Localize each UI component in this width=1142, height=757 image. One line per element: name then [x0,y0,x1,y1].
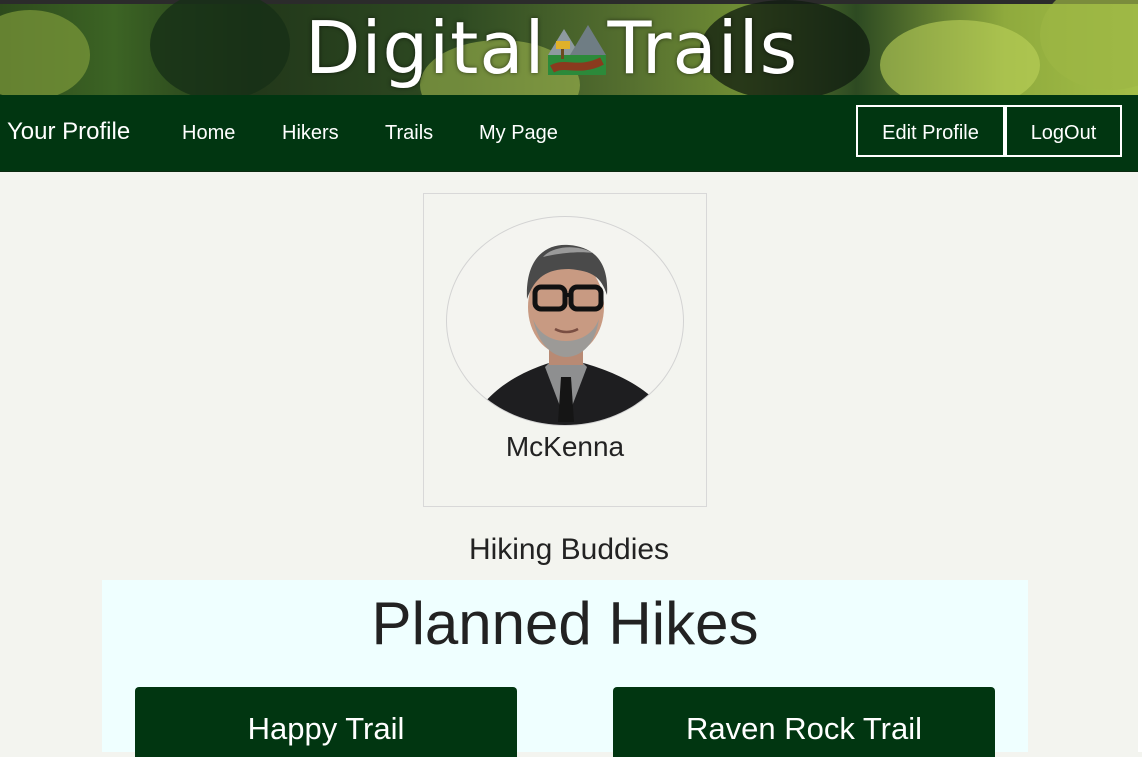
nav-link-hikers[interactable]: Hikers [282,120,339,146]
nav-link-home[interactable]: Home [182,120,235,146]
site-title[interactable]: Digital Trails [305,8,798,88]
hike-card-title: Happy Trail [247,711,405,746]
hiking-buddies-heading: Hiking Buddies [468,533,670,566]
window-edge [1138,0,1142,752]
profile-card: McKenna [423,193,707,507]
foliage-decoration [1040,0,1142,90]
logout-button[interactable]: LogOut [1005,105,1122,157]
foliage-decoration [880,20,1040,95]
hike-card-happy-trail[interactable]: Happy Trail [135,687,517,757]
foliage-decoration [150,0,290,95]
navbar-brand[interactable]: Your Profile [7,117,130,147]
main-navbar: Your Profile Home Hikers Trails My Page … [0,95,1138,172]
mountain-trail-icon [547,25,606,75]
site-title-part2: Trails [607,6,799,90]
site-title-part1: Digital [305,6,546,90]
avatar [446,216,684,426]
nav-link-trails[interactable]: Trails [385,120,433,146]
hike-card-title: Raven Rock Trail [685,711,923,746]
profile-photo [485,244,657,425]
edit-profile-button[interactable]: Edit Profile [856,105,1005,157]
hike-card-raven-rock-trail[interactable]: Raven Rock Trail [613,687,995,757]
site-banner: Digital Trails [0,0,1142,95]
banner-top-border [0,0,1142,4]
planned-hikes-section: Planned Hikes Happy Trail Raven Rock Tra… [102,580,1028,757]
profile-username: McKenna [505,431,625,462]
planned-hikes-title: Planned Hikes [371,590,759,657]
foliage-decoration [0,10,90,95]
nav-link-my-page[interactable]: My Page [479,120,558,146]
